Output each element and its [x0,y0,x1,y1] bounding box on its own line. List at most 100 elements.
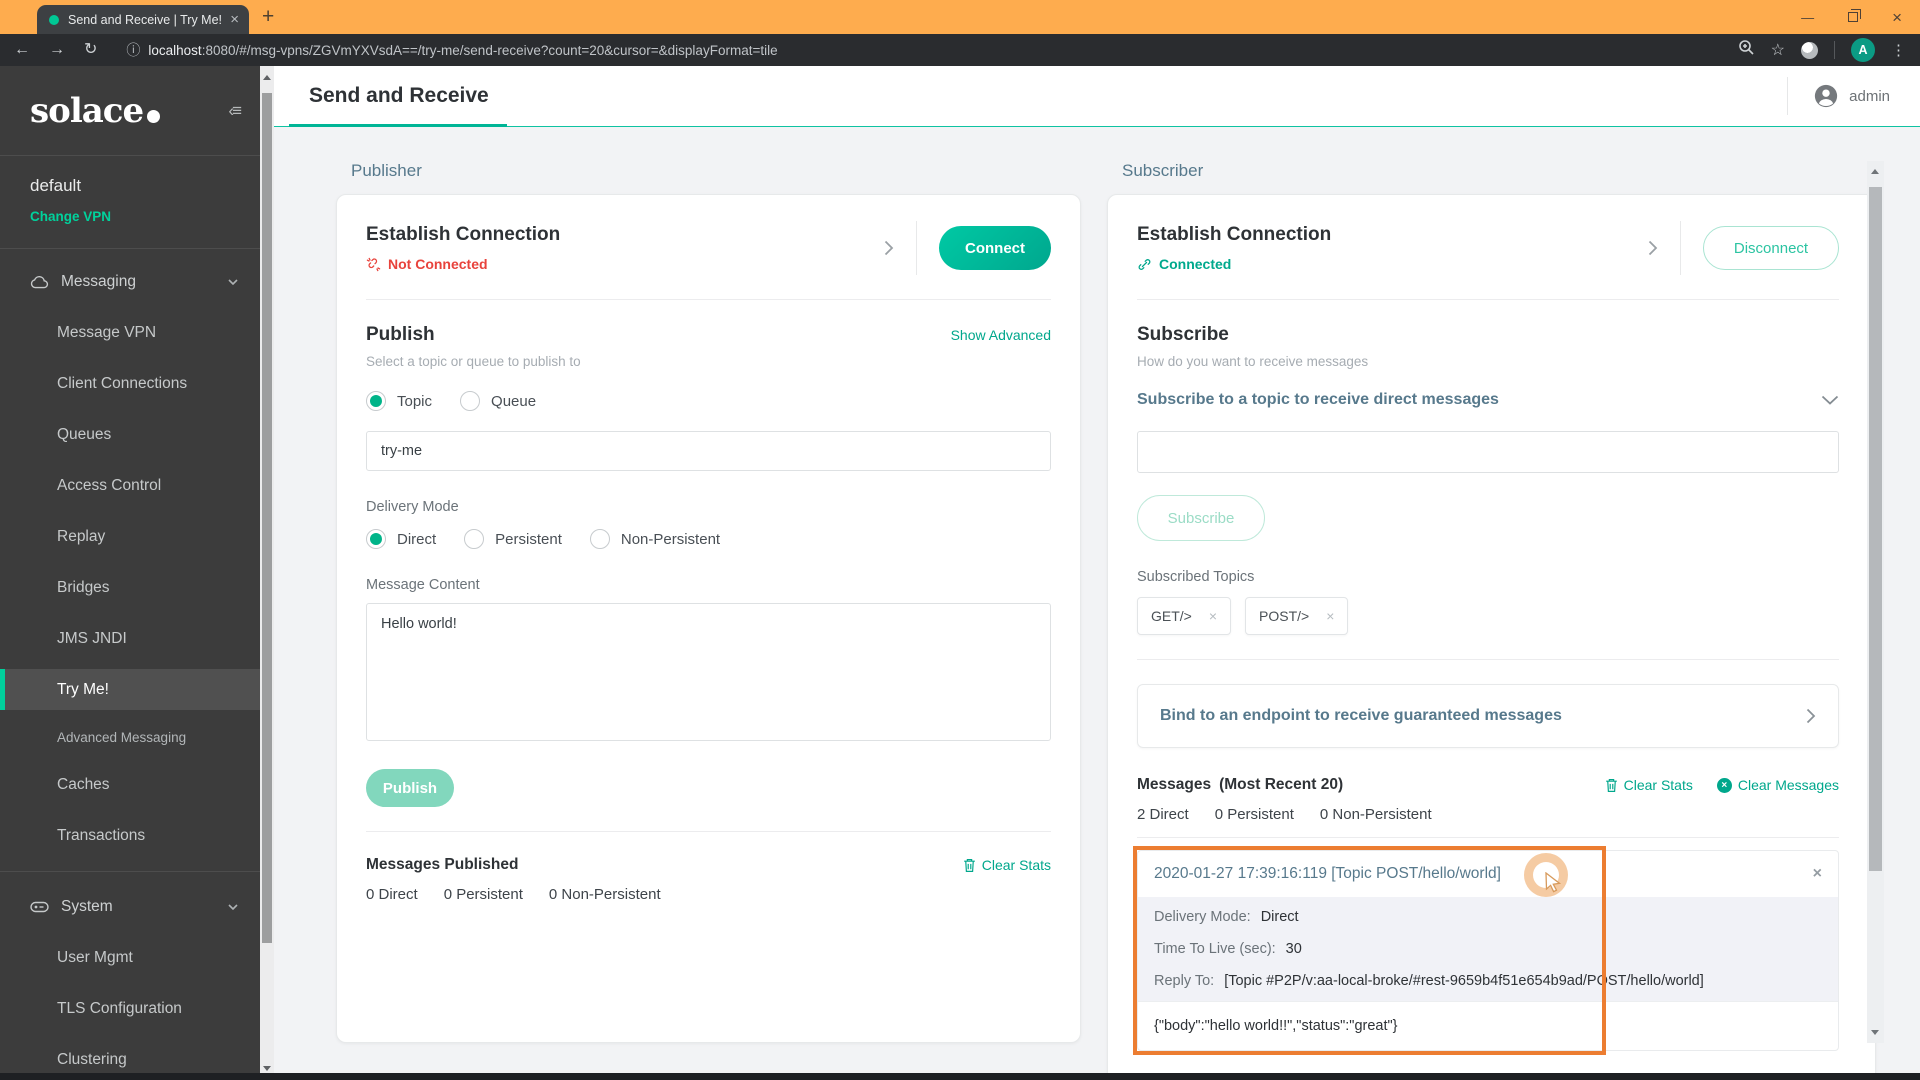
message-tile-header[interactable]: 2020-01-27 17:39:16:119 [Topic POST/hell… [1138,851,1838,897]
tab-close-icon[interactable]: × [230,12,239,27]
subscribe-title: Subscribe [1137,324,1229,345]
sidebar: solace ‹≡ default Change VPN Messaging M… [0,66,260,1080]
sidebar-group-label: System [61,898,113,915]
disconnect-button[interactable]: Disconnect [1703,226,1839,270]
sidebar-item-client-connections[interactable]: Client Connections [0,358,260,409]
chevron-down-icon[interactable] [1821,395,1839,405]
chip-remove-icon[interactable]: × [1209,608,1217,624]
subscriber-connection-actions: Disconnect [1648,221,1839,275]
sidebar-item-jms-jndi[interactable]: JMS JNDI [0,613,260,664]
clear-messages-icon: × [1716,777,1732,793]
connect-button[interactable]: Connect [939,226,1051,270]
window-minimize-button[interactable]: — [1801,11,1814,24]
subscribe-topic-input[interactable] [1137,431,1839,473]
browser-profile-avatar[interactable]: A [1851,38,1875,62]
scroll-down-arrow-icon[interactable] [263,1066,271,1071]
show-advanced-link[interactable]: Show Advanced [951,327,1051,343]
publisher-counts: 0 Direct 0 Persistent 0 Non-Persistent [366,886,1051,903]
chevron-right-icon[interactable] [1648,240,1658,256]
topic-radio-label[interactable]: Topic [397,393,432,410]
publish-title: Publish [366,324,435,345]
scrollbar-thumb[interactable] [1869,187,1882,871]
sidebar-item-try-me[interactable]: Try Me! [0,669,260,710]
forward-icon[interactable]: → [49,42,65,58]
sidebar-item-transactions[interactable]: Transactions [0,810,260,861]
bind-endpoint-card[interactable]: Bind to an endpoint to receive guarantee… [1137,684,1839,748]
sidebar-item-queues[interactable]: Queues [0,409,260,460]
sidebar-item-advanced-messaging[interactable]: Advanced Messaging [0,715,260,759]
topic-chip[interactable]: GET/> × [1137,597,1232,635]
chevron-right-icon[interactable] [884,240,894,256]
message-payload: {"body":"hello world!!","status":"great"… [1138,1001,1838,1050]
direct-radio-label[interactable]: Direct [397,531,436,548]
direct-radio[interactable] [366,529,386,549]
new-tab-button[interactable]: + [262,3,274,31]
sidebar-scrollbar[interactable] [260,66,274,1080]
mouse-cursor [1545,872,1562,893]
sidebar-item-tls-configuration[interactable]: TLS Configuration [0,983,260,1034]
window-close-button[interactable]: × [1892,9,1902,26]
address-bar[interactable]: localhost:8080/#/msg-vpns/ZGVmYXVsdA==/t… [148,43,777,58]
topic-chip[interactable]: POST/> × [1245,597,1349,635]
clear-stats-link[interactable]: Clear Stats [963,857,1051,873]
clear-messages-link[interactable]: × Clear Messages [1716,777,1839,793]
subscriber-connection-row: Establish Connection Connected Disconnec… [1137,221,1839,275]
reload-icon[interactable]: ↻ [84,42,97,58]
persistent-radio[interactable] [464,529,485,549]
browser-tab[interactable]: Send and Receive | Try Me! × [37,5,249,34]
establish-connection-title: Establish Connection [366,224,561,245]
message-close-icon[interactable]: × [1813,865,1822,883]
sidebar-item-message-vpn[interactable]: Message VPN [0,307,260,358]
message-timestamp-topic: 2020-01-27 17:39:16:119 [Topic POST/hell… [1154,865,1501,882]
message-content-textarea[interactable]: Hello world! [366,603,1051,741]
extension-icon[interactable] [1801,41,1818,59]
sidebar-collapse-icon[interactable]: ‹≡ [228,101,242,121]
persistent-radio-label[interactable]: Persistent [495,531,562,548]
scroll-down-arrow-icon[interactable] [1871,1030,1879,1035]
bookmark-star-icon[interactable]: ☆ [1771,40,1785,60]
sidebar-item-access-control[interactable]: Access Control [0,460,260,511]
non-persistent-radio[interactable] [589,529,610,549]
section-divider [1137,299,1839,300]
sidebar-group-label: Messaging [61,273,136,290]
publish-topic-input[interactable]: try-me [366,431,1051,471]
sidebar-item-user-mgmt[interactable]: User Mgmt [0,932,260,983]
clear-stats-link[interactable]: Clear Stats [1605,777,1693,793]
subscriber-column: Subscriber Establish Connection Connecte… [1107,161,1876,1080]
scroll-up-arrow-icon[interactable] [1871,169,1879,174]
scrollbar-thumb[interactable] [262,93,272,943]
browser-url-bar: ← → ↻ ⓘ localhost:8080/#/msg-vpns/ZGVmYX… [0,34,1920,66]
publish-button[interactable]: Publish [366,769,454,807]
connection-divider [1680,221,1681,275]
chip-remove-icon[interactable]: × [1326,608,1334,624]
non-persistent-radio-label[interactable]: Non-Persistent [621,531,720,548]
subscribe-button[interactable]: Subscribe [1137,495,1265,541]
zoom-page-icon[interactable] [1738,39,1755,61]
sidebar-nav: Messaging Message VPN Client Connections… [0,249,260,1080]
sidebar-item-replay[interactable]: Replay [0,511,260,562]
subscribe-direct-row[interactable]: Subscribe to a topic to receive direct m… [1137,391,1839,409]
url-bar-actions: ☆ A ⋮ [1738,38,1906,62]
browser-menu-icon[interactable]: ⋮ [1891,41,1906,59]
user-menu[interactable]: admin [1814,84,1890,108]
sidebar-item-bridges[interactable]: Bridges [0,562,260,613]
queue-radio-label[interactable]: Queue [491,393,536,410]
site-info-icon[interactable]: ⓘ [126,40,140,60]
user-icon [1815,84,1838,108]
delivery-mode-label: Delivery Mode [366,499,459,515]
message-tile[interactable]: 2020-01-27 17:39:16:119 [Topic POST/hell… [1133,846,1839,1055]
topic-radio[interactable] [366,391,386,411]
sidebar-group-messaging[interactable]: Messaging [0,257,260,307]
scroll-up-arrow-icon[interactable] [263,75,271,80]
sidebar-group-system[interactable]: System [0,882,260,932]
back-icon[interactable]: ← [14,42,30,58]
section-divider [1137,837,1839,838]
queue-radio[interactable] [460,391,481,411]
main-scrollbar[interactable] [1867,161,1884,1043]
publish-subtitle: Select a topic or queue to publish to [366,354,581,369]
window-restore-button[interactable] [1848,9,1862,22]
sidebar-item-caches[interactable]: Caches [0,759,260,810]
change-vpn-link[interactable]: Change VPN [30,209,238,224]
window-bottom-edge [0,1073,1920,1080]
broken-link-icon [366,257,381,271]
